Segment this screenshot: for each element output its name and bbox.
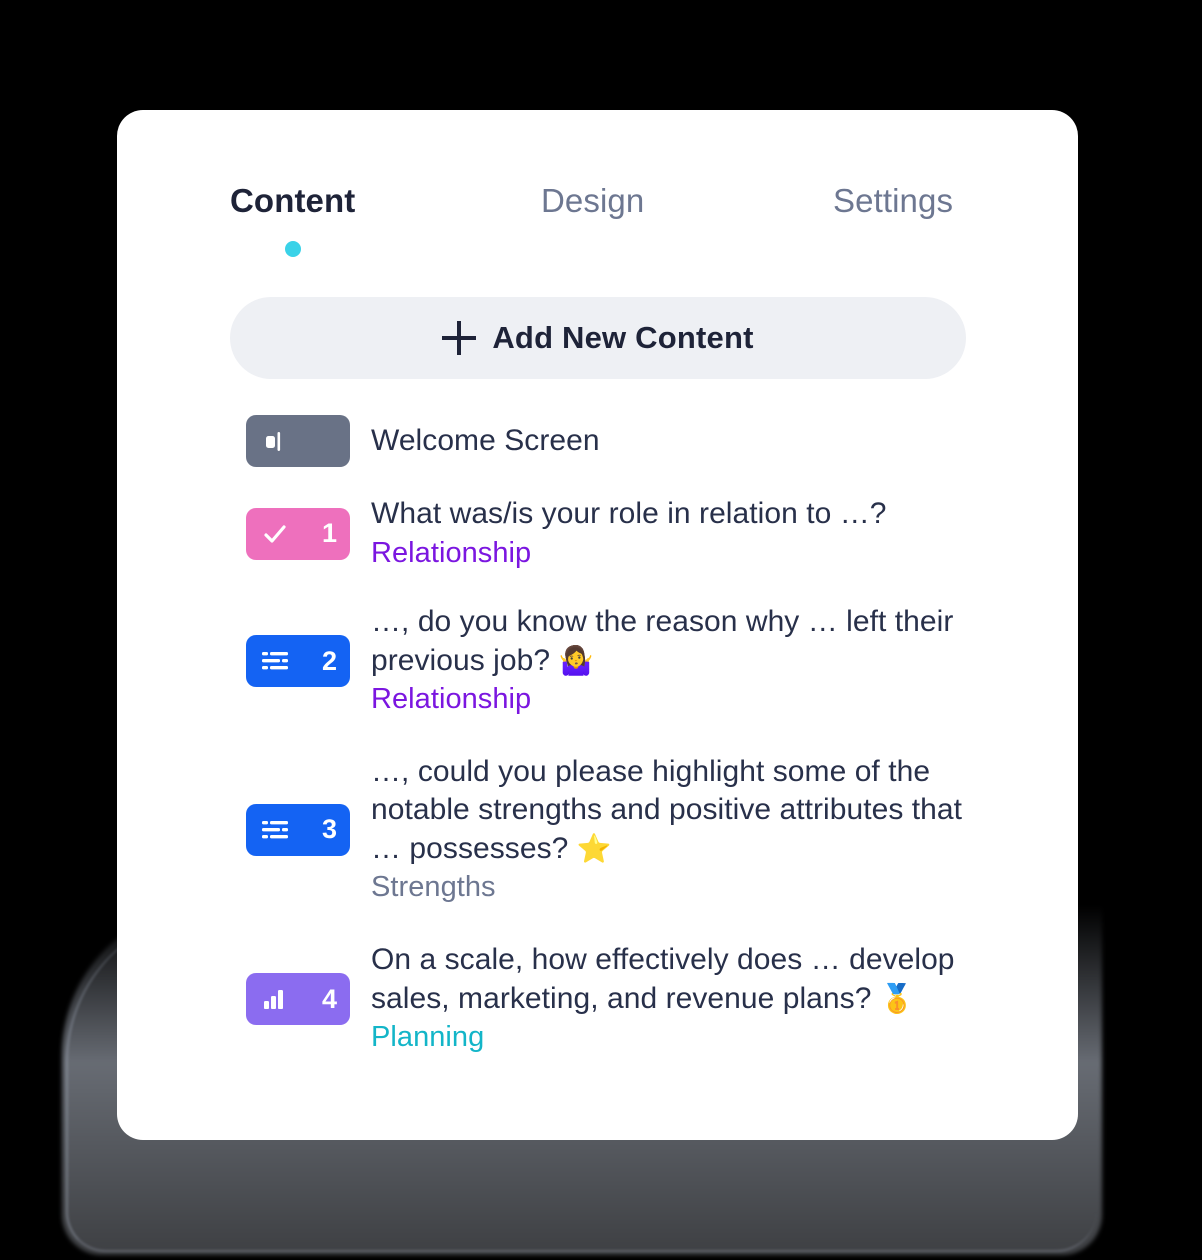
content-list: Welcome Screen 1 What was/is your role i…: [117, 400, 1078, 1074]
list-item-title: On a scale, how effectively does … devel…: [371, 943, 955, 1015]
question-number: 1: [321, 518, 337, 549]
question-3-texts: …, could you please highlight some of th…: [371, 753, 971, 907]
tab-design[interactable]: Design: [541, 182, 644, 220]
tab-bar: Content Design Settings: [117, 110, 1078, 270]
text-lines-icon: [258, 815, 292, 845]
question-2-texts: …, do you know the reason why … left the…: [371, 603, 971, 718]
question-type-badge-pink: 1: [246, 507, 350, 560]
checkmark-icon: [258, 519, 292, 549]
list-item-title: What was/is your role in relation to …?: [371, 497, 887, 531]
welcome-screen-badge: [246, 415, 350, 467]
question-number: 3: [321, 814, 337, 845]
list-item-title: …, do you know the reason why … left the…: [371, 605, 954, 677]
list-item-question-4[interactable]: 4 On a scale, how effectively does … dev…: [117, 924, 1078, 1074]
question-number: 2: [321, 645, 337, 676]
welcome-screen-texts: Welcome Screen: [371, 422, 600, 460]
list-item-welcome-screen[interactable]: Welcome Screen: [117, 400, 1078, 482]
tab-content[interactable]: Content: [230, 182, 355, 220]
plus-icon: [442, 321, 477, 355]
question-type-badge-blue: 3: [246, 803, 350, 856]
list-item-title: Welcome Screen: [371, 423, 600, 457]
question-category: Relationship: [371, 683, 532, 716]
list-item-title: …, could you please highlight some of th…: [371, 755, 963, 865]
question-category: Relationship: [371, 536, 532, 569]
star-emoji: ⭐: [576, 832, 612, 864]
question-type-badge-blue: 2: [246, 635, 350, 687]
shrug-emoji: 🤷‍♀️: [558, 644, 594, 676]
active-tab-indicator-dot: [285, 241, 301, 257]
content-panel-card: Content Design Settings Add New Content: [117, 110, 1078, 1140]
bar-chart-icon: [258, 984, 292, 1014]
screenshot-stage: Content Design Settings Add New Content: [0, 0, 1202, 1260]
question-1-texts: What was/is your role in relation to …? …: [371, 495, 887, 572]
list-item-question-2[interactable]: 2 …, do you know the reason why … left t…: [117, 586, 1078, 736]
tab-settings[interactable]: Settings: [833, 182, 953, 220]
question-category: Strengths: [371, 871, 496, 904]
list-item-question-3[interactable]: 3 …, could you please highlight some of …: [117, 736, 1078, 924]
question-4-texts: On a scale, how effectively does … devel…: [371, 941, 971, 1056]
text-lines-icon: [258, 646, 292, 676]
presentation-screen-icon: [258, 426, 292, 456]
gold-medal-emoji: 🥇: [879, 982, 915, 1014]
question-type-badge-purple: 4: [246, 973, 350, 1025]
add-new-content-label: Add New Content: [492, 320, 754, 355]
list-item-question-1[interactable]: 1 What was/is your role in relation to ……: [117, 482, 1078, 586]
question-category: Planning: [371, 1021, 485, 1054]
add-new-content-button[interactable]: Add New Content: [230, 297, 966, 379]
question-number: 4: [321, 983, 337, 1014]
